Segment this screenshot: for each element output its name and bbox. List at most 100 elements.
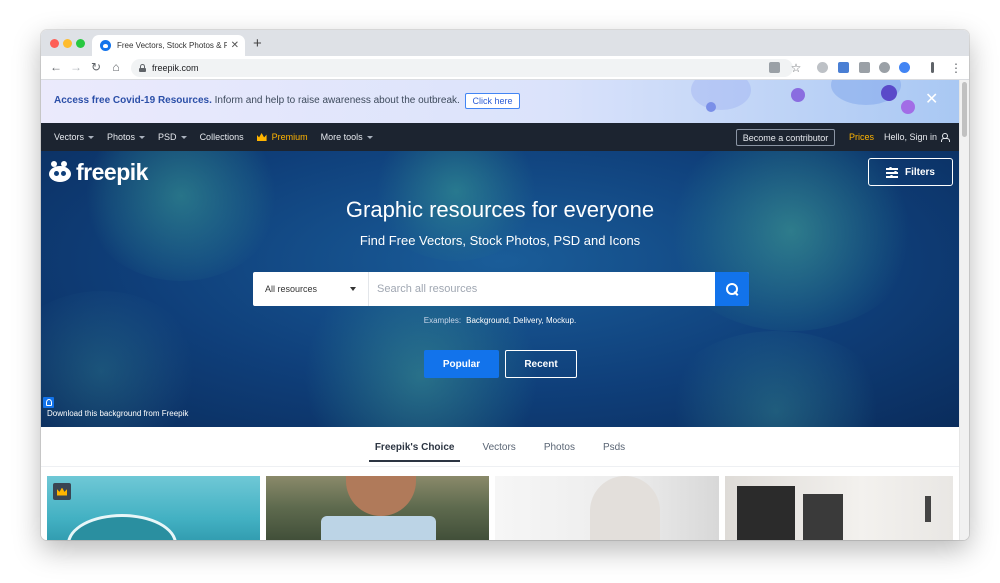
resource-thumbnail[interactable] — [725, 476, 953, 540]
filters-label: Filters — [904, 166, 935, 178]
resource-type-value: All resources — [265, 284, 318, 294]
chevron-down-icon — [139, 135, 146, 139]
search-icon — [725, 282, 739, 296]
close-icon[interactable]: ✕ — [925, 91, 938, 109]
nav-more-tools[interactable]: More tools — [321, 132, 373, 142]
search-examples: Examples: Background, Delivery, Mockup. — [41, 316, 959, 325]
chevron-down-icon — [350, 287, 356, 291]
person-graphic — [590, 476, 660, 540]
covid-banner: Access free Covid-19 Resources. Inform a… — [41, 80, 959, 123]
main-navbar: Vectors Photos PSD Collections Premium M… — [41, 123, 959, 151]
chevron-down-icon — [180, 135, 187, 139]
lock-icon — [139, 64, 146, 72]
back-arrow-icon[interactable]: ← — [49, 60, 63, 74]
freepik-favicon-icon — [100, 40, 111, 51]
chevron-down-icon — [366, 135, 373, 139]
tab-freepiks-choice[interactable]: Freepik's Choice — [368, 432, 461, 462]
banner-message: Access free Covid-19 Resources. Inform a… — [54, 95, 460, 106]
face-graphic — [346, 476, 416, 516]
mask-graphic — [321, 516, 436, 540]
resource-thumbnail[interactable] — [47, 476, 260, 540]
reload-icon[interactable]: ↻ — [89, 60, 103, 74]
tab-title: Free Vectors, Stock Photos & PSD — [117, 41, 227, 50]
freepik-logo[interactable]: freepik — [49, 159, 148, 186]
address-bar[interactable]: freepik.com — [131, 59, 793, 77]
virus-background-decoration — [41, 291, 201, 427]
nav-vectors[interactable]: Vectors — [54, 132, 95, 142]
camera-icon[interactable] — [859, 62, 870, 73]
tab-psds[interactable]: Psds — [597, 432, 631, 462]
virus-decoration — [901, 100, 915, 114]
nav-psd[interactable]: PSD — [158, 132, 187, 142]
new-tab-button[interactable]: + — [253, 36, 262, 51]
virus-decoration — [706, 102, 716, 112]
resource-thumbnail[interactable] — [266, 476, 489, 540]
filters-button[interactable]: Filters — [868, 158, 953, 186]
resource-type-select[interactable]: All resources — [253, 272, 369, 306]
menu-board-graphic — [737, 486, 795, 540]
logo-text: freepik — [76, 159, 148, 185]
crown-icon — [256, 133, 267, 141]
recent-button[interactable]: Recent — [505, 350, 577, 378]
close-window-button[interactable] — [50, 39, 59, 48]
download-background-link[interactable]: Download this background from Freepik — [47, 409, 188, 418]
banner-strong-text: Access free Covid-19 Resources. — [54, 95, 212, 106]
banner-body-text: Inform and help to raise awareness about… — [211, 95, 460, 106]
page-scrollbar[interactable] — [959, 80, 969, 540]
popular-button[interactable]: Popular — [424, 350, 499, 378]
search-bar: All resources — [253, 272, 749, 306]
hero-section: freepik Filters Graphic resources for ev… — [41, 151, 959, 427]
sign-in-link[interactable]: Hello, Sign in — [884, 132, 951, 142]
url-text: freepik.com — [152, 63, 199, 73]
extension-badge-icon[interactable] — [838, 62, 849, 73]
nav-collections[interactable]: Collections — [200, 132, 244, 142]
prices-link[interactable]: Prices — [849, 132, 874, 142]
resource-thumbnail[interactable] — [495, 476, 719, 540]
search-button[interactable] — [715, 272, 749, 306]
scroll-thumb[interactable] — [962, 82, 967, 137]
profile-icon[interactable] — [899, 62, 910, 73]
divider — [41, 466, 959, 467]
author-icon — [43, 397, 54, 408]
click-here-button[interactable]: Click here — [465, 93, 520, 109]
browser-tab[interactable]: Free Vectors, Stock Photos & PSD ✕ — [92, 35, 245, 56]
virus-background-decoration — [661, 331, 891, 427]
nav-more-tools-label: More tools — [320, 132, 363, 142]
lamp-graphic — [925, 496, 931, 522]
hero-title: Graphic resources for everyone — [345, 197, 655, 222]
chat-extension-icon[interactable] — [817, 62, 828, 73]
menu-icon[interactable]: ⋮ — [949, 61, 963, 75]
browser-window: Free Vectors, Stock Photos & PSD ✕ + ← →… — [41, 30, 969, 540]
home-icon[interactable]: ⌂ — [109, 60, 123, 74]
lightning-icon[interactable] — [931, 62, 934, 73]
tab-photos[interactable]: Photos — [538, 432, 581, 462]
crown-icon — [57, 487, 67, 496]
tab-vectors[interactable]: Vectors — [476, 432, 521, 462]
search-input[interactable] — [369, 272, 715, 306]
nav-premium[interactable]: Premium — [256, 132, 308, 142]
nav-photos[interactable]: Photos — [107, 132, 146, 142]
check-circle-icon[interactable] — [879, 62, 890, 73]
example-links[interactable]: Background, Delivery, Mockup. — [466, 316, 576, 325]
webpage: Access free Covid-19 Resources. Inform a… — [41, 80, 959, 540]
nav-vectors-label: Vectors — [54, 132, 85, 142]
examples-label: Examples: — [423, 316, 462, 325]
virus-decoration — [791, 88, 805, 102]
become-contributor-button[interactable]: Become a contributor — [736, 129, 835, 146]
sliders-icon — [885, 167, 898, 178]
star-icon[interactable]: ☆ — [789, 61, 803, 75]
user-icon — [941, 133, 951, 142]
forward-arrow-icon[interactable]: → — [69, 60, 83, 74]
virus-decoration — [691, 80, 751, 110]
tab-close-icon[interactable]: ✕ — [231, 40, 239, 51]
chevron-down-icon — [88, 135, 95, 139]
nav-premium-label: Premium — [271, 132, 308, 142]
translate-icon[interactable] — [769, 62, 780, 73]
minimize-window-button[interactable] — [63, 39, 72, 48]
category-tabs: Freepik's Choice Vectors Photos Psds — [41, 427, 959, 467]
premium-badge — [53, 483, 71, 500]
maximize-window-button[interactable] — [76, 39, 85, 48]
badge-graphic — [67, 514, 177, 540]
hero-subtitle: Find Free Vectors, Stock Photos, PSD and… — [359, 233, 641, 248]
nav-photos-label: Photos — [107, 132, 136, 142]
